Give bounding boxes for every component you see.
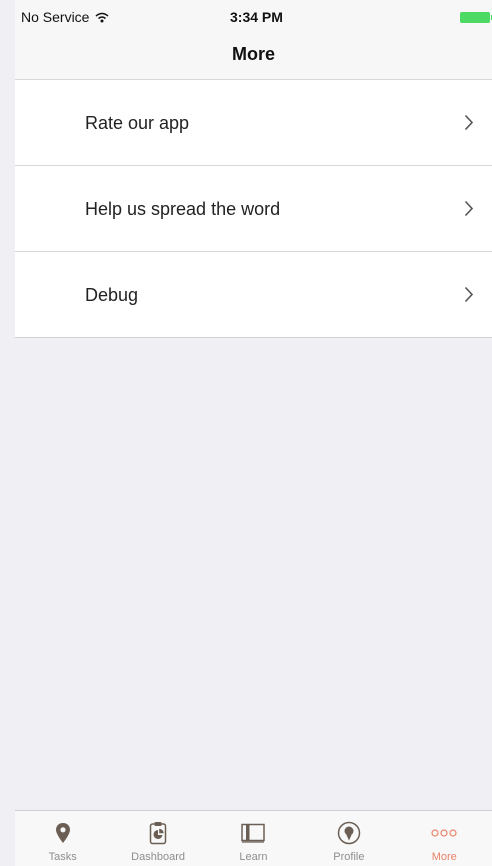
- tab-bar: Tasks Dashboard Learn Profile More: [15, 810, 492, 866]
- status-time: 3:34 PM: [230, 9, 283, 25]
- chevron-right-icon: [464, 114, 474, 131]
- tab-label: Profile: [333, 851, 365, 863]
- menu-item-debug[interactable]: Debug: [15, 252, 492, 338]
- wifi-icon: [95, 12, 109, 22]
- carrier-label: No Service: [21, 9, 90, 25]
- tab-tasks[interactable]: Tasks: [15, 811, 110, 866]
- more-dots-icon: [431, 829, 457, 837]
- menu-item-rate-app[interactable]: Rate our app: [15, 80, 492, 166]
- tab-label: Tasks: [48, 851, 77, 863]
- battery-icon: [460, 12, 490, 23]
- clipboard-chart-icon: [149, 822, 167, 845]
- tab-label: Learn: [239, 851, 268, 863]
- top-bar: No Service 3:34 PM More: [15, 0, 492, 80]
- chevron-right-icon: [464, 200, 474, 217]
- tab-label: Dashboard: [131, 851, 185, 863]
- more-screen: No Service 3:34 PM More Rate our app Hel…: [0, 0, 492, 866]
- tab-more[interactable]: More: [397, 811, 492, 866]
- chevron-right-icon: [464, 286, 474, 303]
- menu-item-label: Help us spread the word: [85, 199, 281, 219]
- tab-profile[interactable]: Profile: [301, 811, 396, 866]
- tab-learn[interactable]: Learn: [206, 811, 301, 866]
- more-menu-list: Rate our app Help us spread the word Deb…: [15, 80, 492, 338]
- menu-item-spread-word[interactable]: Help us spread the word: [15, 166, 492, 252]
- status-bar: No Service 3:34 PM: [15, 0, 492, 34]
- profile-icon: [337, 821, 361, 845]
- menu-item-label: Rate our app: [85, 113, 190, 133]
- page-title: More: [231, 44, 275, 64]
- carrier-status: No Service: [21, 9, 109, 25]
- tab-dashboard[interactable]: Dashboard: [110, 811, 205, 866]
- map-pin-icon: [55, 823, 70, 843]
- menu-item-label: Debug: [85, 285, 139, 305]
- tab-label: More: [431, 851, 457, 863]
- book-icon: [241, 823, 266, 843]
